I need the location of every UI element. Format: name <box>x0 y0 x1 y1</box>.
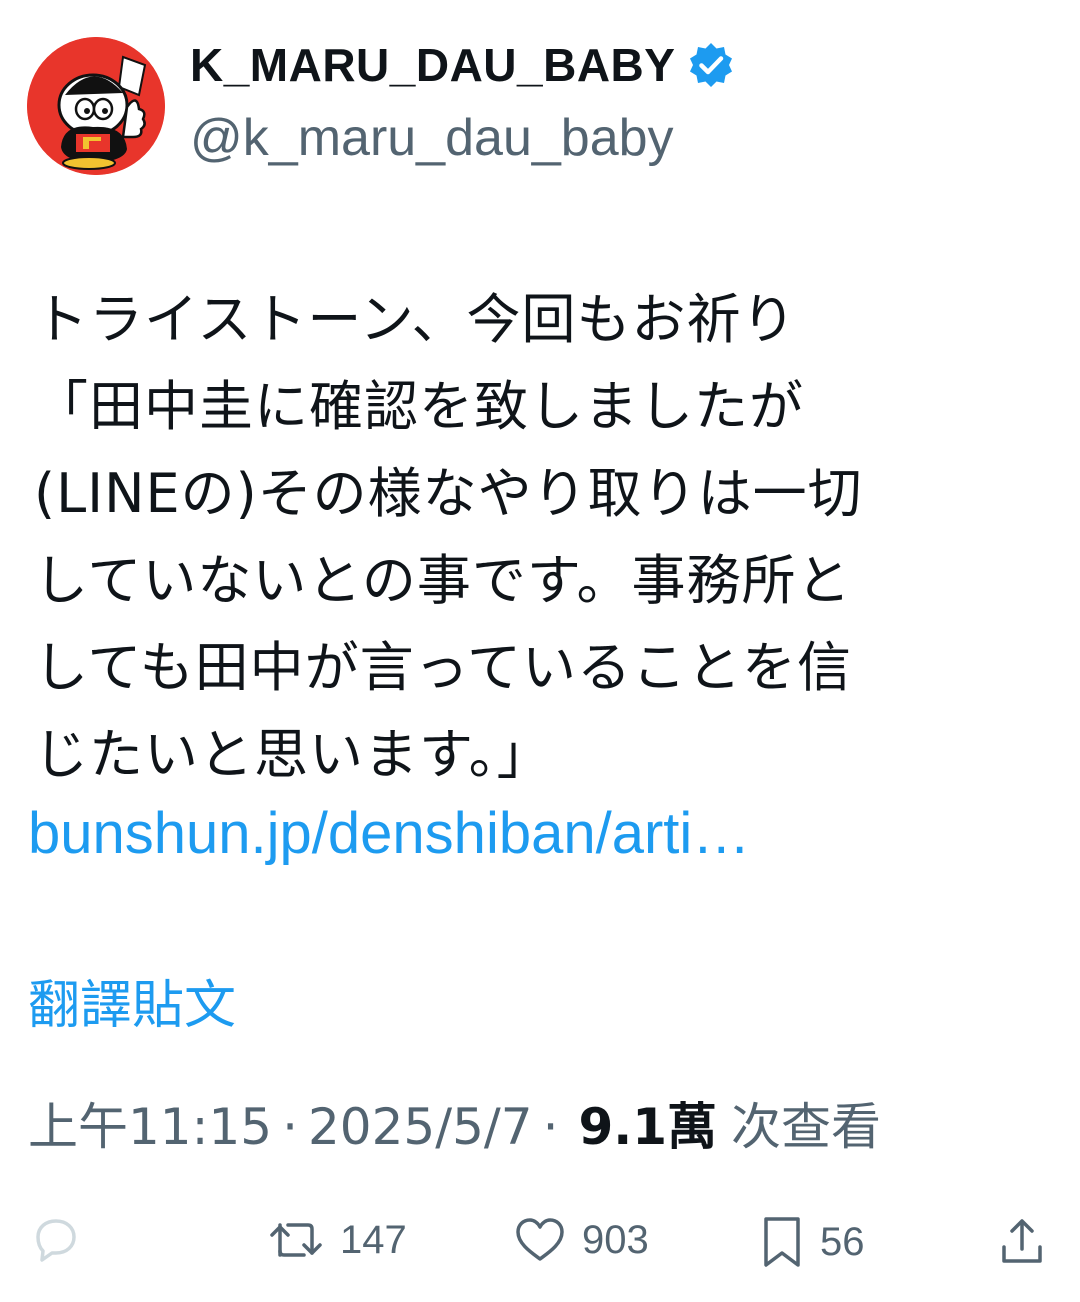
tweet-line: トライストーン、今回もお祈り <box>34 288 797 351</box>
author-handle[interactable]: @k_maru_dau_baby <box>190 108 674 168</box>
reply-button[interactable] <box>28 1213 82 1267</box>
author-name-row[interactable]: K_MARU_DAU_BABY <box>190 38 735 92</box>
tweet-line: しても田中が言っていることを信 <box>34 636 852 699</box>
views-label: 次查看 <box>731 1098 882 1156</box>
bookmark-button[interactable]: 56 <box>758 1213 865 1271</box>
cartoon-mascot-avatar <box>27 37 165 175</box>
share-button[interactable] <box>996 1213 1048 1269</box>
avatar[interactable] <box>27 37 165 175</box>
tweet-text: トライストーン、今回もお祈り 「田中圭に確認を致しましたが (LINEの)その様… <box>34 276 1064 798</box>
like-count: 903 <box>582 1217 649 1262</box>
translate-post-link[interactable]: 翻譯貼文 <box>28 963 236 1038</box>
retweet-button[interactable]: 147 <box>266 1213 407 1267</box>
tweet-link[interactable]: bunshun.jp/denshiban/arti… <box>28 800 750 867</box>
tweet-meta: 上午11:15 · 2025/5/7 · 9.1萬 次查看 <box>28 1087 881 1159</box>
tweet-line: 「田中圭に確認を致しましたが <box>34 375 804 438</box>
bookmark-icon <box>764 1217 800 1267</box>
like-button[interactable]: 903 <box>512 1213 649 1267</box>
bookmark-count: 56 <box>820 1219 865 1264</box>
meta-separator: · <box>542 1098 559 1156</box>
verified-badge-icon <box>690 43 733 87</box>
share-icon <box>1002 1219 1042 1263</box>
action-bar: 147 903 56 <box>0 1205 1080 1285</box>
tweet-line: (LINEの)その様なやり取りは一切 <box>34 462 863 525</box>
meta-separator: · <box>282 1098 298 1156</box>
author-display-name[interactable]: K_MARU_DAU_BABY <box>190 38 675 92</box>
tweet-line: していないとの事です。事務所と <box>34 549 852 612</box>
heart-icon <box>516 1218 564 1261</box>
tweet-line: じたいと思います。」 <box>34 723 552 786</box>
tweet-time[interactable]: 上午11:15 <box>28 1087 272 1159</box>
tweet-date[interactable]: 2025/5/7 <box>308 1098 533 1156</box>
reply-icon <box>36 1219 76 1262</box>
views-count: 9.1萬 <box>578 1098 718 1156</box>
retweet-icon <box>270 1223 322 1257</box>
retweet-count: 147 <box>340 1217 407 1262</box>
